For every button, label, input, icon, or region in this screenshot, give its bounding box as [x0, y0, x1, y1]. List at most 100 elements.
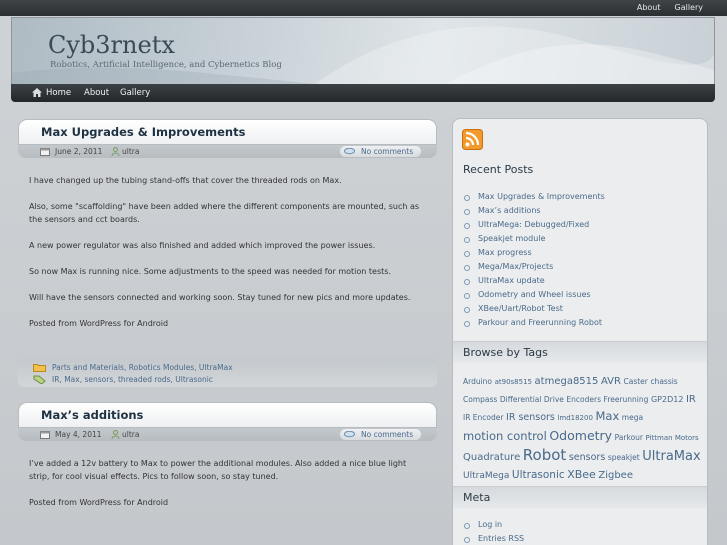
post-footer: Parts and Materials, Robotics Modules, U…	[18, 359, 437, 387]
bullet-icon	[464, 537, 470, 543]
meta-link-text[interactable]: Log in	[478, 520, 502, 529]
post-meta: June 2, 2011 ultra No comments	[18, 145, 437, 158]
recent-post-link[interactable]: Odometry and Wheel issues	[463, 290, 703, 304]
tag-link[interactable]: Zigbee	[598, 470, 633, 481]
post-author[interactable]: ultra	[122, 430, 139, 439]
tag-link[interactable]: Robot	[523, 446, 567, 464]
rss-feed-icon[interactable]	[462, 129, 486, 151]
user-icon	[111, 147, 120, 156]
bullet-icon	[464, 265, 470, 271]
nav-home[interactable]: Home	[46, 88, 71, 98]
recent-post-link[interactable]: Max Upgrades & Improvements	[463, 192, 703, 206]
post-article: Max’s additions May 4, 2011 ultra No com…	[18, 402, 437, 542]
post-paragraph: Also, some "scaffolding" have been added…	[29, 202, 420, 224]
tag-link[interactable]: GP2D12	[651, 395, 683, 404]
bullet-icon	[464, 307, 470, 313]
recent-post-title[interactable]: XBee/Uart/Robot Test	[478, 304, 563, 313]
recent-post-title[interactable]: Mega/Max/Projects	[478, 262, 553, 271]
top-links: About Gallery	[637, 3, 703, 12]
tag-link[interactable]: lmd18200	[557, 414, 592, 422]
recent-post-title[interactable]: Max progress	[478, 248, 532, 257]
comments-count[interactable]: No comments	[361, 430, 413, 439]
tag-link[interactable]: Encoders	[566, 395, 601, 404]
tag-link[interactable]: motion control	[463, 429, 547, 443]
tag-link[interactable]: mega	[622, 413, 643, 422]
bullet-icon	[464, 523, 470, 529]
bullet-icon	[464, 251, 470, 257]
tag-link[interactable]: IR sensors	[506, 412, 555, 423]
post-title[interactable]: Max Upgrades & Improvements	[41, 125, 245, 139]
recent-post-title[interactable]: Speakjet module	[478, 234, 545, 243]
meta-link-entries-rss[interactable]: Entries RSS	[463, 534, 703, 545]
tag-link[interactable]: chassis	[650, 377, 677, 386]
tag-link[interactable]: IR Encoder	[463, 413, 503, 422]
recent-post-link[interactable]: XBee/Uart/Robot Test	[463, 304, 703, 318]
tag-link[interactable]: Differential Drive	[500, 395, 564, 404]
tag-link[interactable]: Max	[595, 409, 619, 423]
main-nav: Home About Gallery	[11, 84, 715, 102]
tag-link[interactable]: Ultrasonic	[512, 469, 565, 481]
calendar-icon	[40, 148, 50, 156]
categories-links[interactable]: Parts and Materials, Robotics Modules, U…	[52, 363, 233, 372]
top-link-about[interactable]: About	[637, 3, 661, 12]
tag-link[interactable]: Freerunning	[604, 395, 649, 404]
tags-links[interactable]: IR, Max, sensors, threaded rods, Ultraso…	[52, 375, 213, 384]
bullet-icon	[464, 195, 470, 201]
tag-link[interactable]: XBee	[567, 468, 596, 481]
recent-posts-list: Max Upgrades & Improvements Max’s additi…	[463, 192, 703, 332]
tag-link[interactable]: IR	[686, 394, 696, 405]
tag-link[interactable]: AVR	[601, 376, 621, 387]
site-title[interactable]: Cyb3rnetx	[48, 31, 175, 59]
tag-link[interactable]: Parkour	[615, 433, 643, 442]
tag-link[interactable]: Compass	[463, 395, 497, 404]
tag-link[interactable]: Caster	[624, 377, 648, 386]
post-author[interactable]: ultra	[122, 147, 139, 156]
recent-post-link[interactable]: Max progress	[463, 248, 703, 262]
tag-link[interactable]: Arduino	[463, 377, 492, 386]
tag-link[interactable]: Odometry	[549, 428, 612, 443]
comment-bubble-icon	[344, 431, 355, 438]
tag-link[interactable]: atmega8515	[535, 376, 599, 387]
recent-post-title[interactable]: Parkour and Freerunning Robot	[478, 318, 602, 327]
recent-post-link[interactable]: Speakjet module	[463, 234, 703, 248]
comments-count[interactable]: No comments	[361, 147, 413, 156]
comments-link[interactable]: No comments	[340, 146, 421, 157]
meta-heading: Meta	[453, 486, 707, 508]
meta-link-login[interactable]: Log in	[463, 520, 703, 534]
tag-cloud: Arduino at90s8515 atmega8515 AVR Caster …	[463, 373, 701, 485]
recent-post-title[interactable]: Max’s additions	[478, 206, 541, 215]
top-bar: About Gallery	[0, 0, 727, 16]
recent-post-title[interactable]: Odometry and Wheel issues	[478, 290, 591, 299]
site-header: Cyb3rnetx Robotics, Artificial Intellige…	[11, 17, 715, 85]
post-paragraph: I have changed up the tubing stand-offs …	[29, 176, 342, 185]
folder-icon	[33, 364, 46, 372]
tag-link[interactable]: Pittman Motors	[646, 434, 699, 442]
post-paragraph: A new power regulator was also finished …	[29, 241, 376, 250]
tag-link[interactable]: Quadrature	[463, 452, 520, 463]
recent-post-title[interactable]: UltraMax update	[478, 276, 545, 285]
recent-post-link[interactable]: UltraMax update	[463, 276, 703, 290]
nav-about[interactable]: About	[84, 88, 109, 98]
tag-link[interactable]: at90s8515	[495, 378, 532, 386]
post-title-bar: Max Upgrades & Improvements	[18, 119, 437, 145]
top-link-gallery[interactable]: Gallery	[675, 3, 704, 12]
tag-link[interactable]: sensors	[569, 452, 605, 463]
recent-post-title[interactable]: UltraMega: Debugged/Fixed	[478, 220, 589, 229]
recent-post-link[interactable]: Mega/Max/Projects	[463, 262, 703, 276]
tag-link[interactable]: speakjet	[608, 453, 640, 462]
recent-post-link[interactable]: UltraMega: Debugged/Fixed	[463, 220, 703, 234]
tag-link[interactable]: UltraMax	[642, 449, 700, 464]
recent-post-link[interactable]: Parkour and Freerunning Robot	[463, 318, 703, 332]
comments-link[interactable]: No comments	[340, 429, 421, 440]
post-title[interactable]: Max’s additions	[41, 408, 143, 422]
recent-post-title[interactable]: Max Upgrades & Improvements	[478, 192, 605, 201]
nav-gallery[interactable]: Gallery	[120, 88, 150, 98]
tag-link[interactable]: UltraMega	[463, 471, 509, 481]
post-paragraph: So now Max is running nice. Some adjustm…	[29, 267, 391, 276]
recent-post-link[interactable]: Max’s additions	[463, 206, 703, 220]
bullet-icon	[464, 209, 470, 215]
post-article: Max Upgrades & Improvements June 2, 2011…	[18, 119, 437, 389]
bullet-icon	[464, 223, 470, 229]
meta-link-text[interactable]: Entries RSS	[478, 534, 524, 543]
user-icon	[111, 430, 120, 439]
